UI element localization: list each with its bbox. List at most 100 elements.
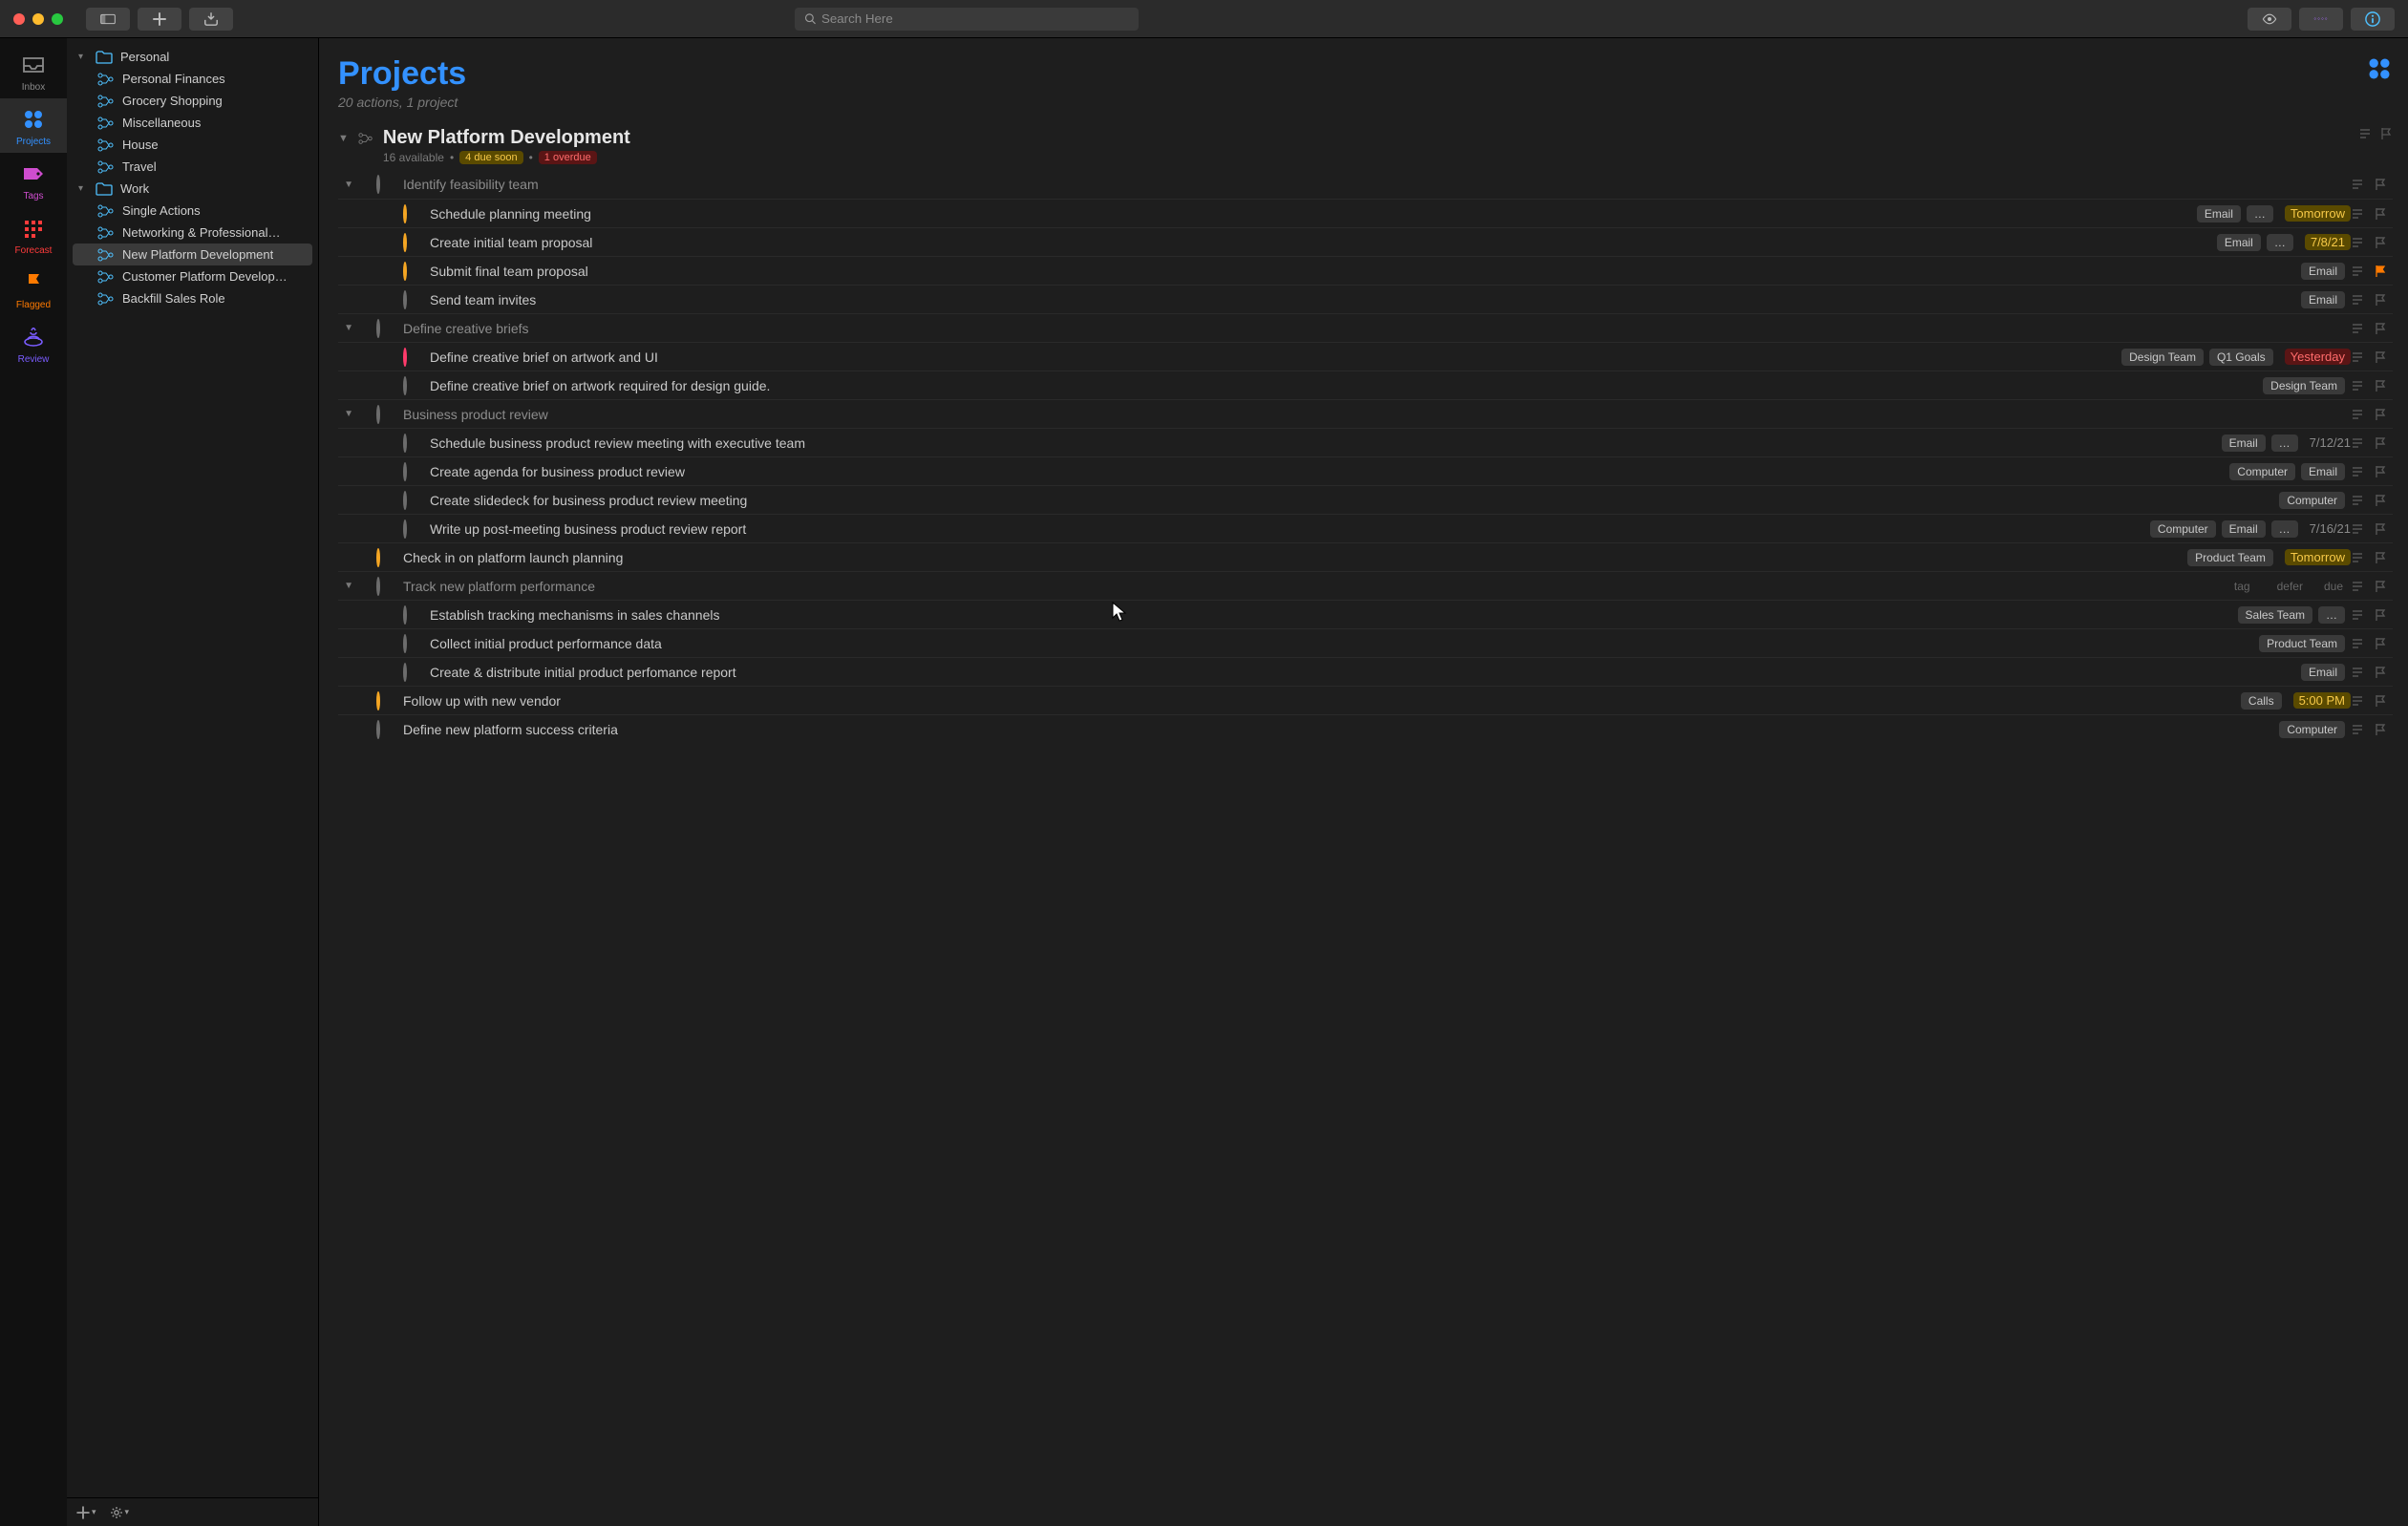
sidebar-project[interactable]: Single Actions [67, 200, 318, 222]
task-tag[interactable]: Design Team [2263, 377, 2345, 394]
task-title[interactable]: Schedule planning meeting [422, 206, 2026, 222]
note-button[interactable] [2351, 236, 2364, 249]
sync-button[interactable]: ◦◦◦◦ [2299, 8, 2343, 31]
note-button[interactable] [2351, 551, 2364, 564]
task-due[interactable]: 5:00 PM [2293, 692, 2351, 709]
task-tag[interactable]: Computer [2229, 463, 2295, 480]
status-circle[interactable] [403, 636, 422, 651]
quick-entry-button[interactable] [189, 8, 233, 31]
task-tag[interactable]: Email [2222, 520, 2266, 538]
task-tag[interactable]: Email [2301, 664, 2345, 681]
task-row[interactable]: Submit final team proposalEmail [338, 256, 2393, 285]
task-due[interactable]: 7/8/21 [2305, 234, 2351, 250]
status-circle[interactable] [403, 521, 422, 537]
task-tag[interactable]: … [2318, 606, 2345, 624]
task-row[interactable]: Establish tracking mechanisms in sales c… [338, 600, 2393, 628]
sidebar-project[interactable]: Miscellaneous [67, 112, 318, 134]
status-circle[interactable] [403, 493, 422, 508]
rail-item-forecast[interactable]: Forecast [0, 207, 67, 262]
search-bar[interactable] [795, 8, 1139, 31]
task-title[interactable]: Track new platform performance [395, 579, 2026, 594]
disclosure-icon[interactable]: ▾ [78, 52, 88, 62]
rail-item-flagged[interactable]: Flagged [0, 262, 67, 316]
sidebar-project[interactable]: Networking & Professional… [67, 222, 318, 244]
status-circle[interactable] [403, 206, 422, 222]
task-tag[interactable]: Email [2301, 291, 2345, 308]
note-button[interactable] [2351, 322, 2364, 335]
add-button[interactable]: ▾ [76, 1506, 96, 1519]
note-button[interactable] [2351, 379, 2364, 392]
task-title[interactable]: Define creative brief on artwork require… [422, 378, 2026, 393]
note-button[interactable] [2351, 207, 2364, 221]
status-circle[interactable] [376, 722, 395, 737]
task-title[interactable]: Check in on platform launch planning [395, 550, 2026, 565]
task-tag[interactable]: Product Team [2187, 549, 2273, 566]
note-button[interactable] [2351, 350, 2364, 364]
search-input[interactable] [821, 11, 1129, 26]
task-row[interactable]: Create & distribute initial product perf… [338, 657, 2393, 686]
sidebar-folder[interactable]: ▾Work [67, 178, 318, 200]
disclosure-icon[interactable]: ▾ [78, 183, 88, 194]
task-title[interactable]: Define creative briefs [395, 321, 2026, 336]
perspective-badge[interactable] [2366, 55, 2393, 85]
task-tag[interactable]: Computer [2150, 520, 2216, 538]
flag-button[interactable] [2374, 236, 2387, 249]
task-tag[interactable]: Email [2222, 434, 2266, 452]
task-title[interactable]: Define creative brief on artwork and UI [422, 350, 2026, 365]
task-due[interactable]: 7/12/21 [2310, 435, 2351, 450]
sidebar-folder[interactable]: ▾Personal [67, 46, 318, 68]
note-button[interactable] [2351, 293, 2364, 307]
tag-placeholder[interactable]: tag [2227, 578, 2258, 595]
status-circle[interactable] [376, 177, 395, 192]
task-title[interactable]: Identify feasibility team [395, 177, 2026, 192]
task-row[interactable]: Collect initial product performance data… [338, 628, 2393, 657]
flag-button[interactable] [2374, 293, 2387, 307]
view-options-button[interactable] [2248, 8, 2291, 31]
status-circle[interactable] [403, 264, 422, 279]
flag-button[interactable] [2374, 694, 2387, 708]
task-group-row[interactable]: ▼Define creative briefs [338, 313, 2393, 342]
flag-button[interactable] [2374, 322, 2387, 335]
note-button[interactable] [2351, 580, 2364, 593]
flag-button[interactable] [2374, 465, 2387, 478]
sidebar-project[interactable]: Backfill Sales Role [67, 287, 318, 309]
task-tag[interactable]: … [2271, 520, 2298, 538]
task-row[interactable]: Send team invitesEmail [338, 285, 2393, 313]
task-title[interactable]: Business product review [395, 407, 2026, 422]
status-circle[interactable] [403, 350, 422, 365]
status-circle[interactable] [403, 378, 422, 393]
task-tag[interactable]: Calls [2241, 692, 2282, 710]
flag-button[interactable] [2374, 350, 2387, 364]
note-button[interactable] [2351, 465, 2364, 478]
sidebar-project[interactable]: Grocery Shopping [67, 90, 318, 112]
task-tag[interactable]: … [2267, 234, 2293, 251]
disclosure-triangle[interactable]: ▼ [344, 581, 353, 591]
status-circle[interactable] [403, 235, 422, 250]
task-tag[interactable]: Email [2217, 234, 2261, 251]
task-due[interactable]: 7/16/21 [2310, 521, 2351, 536]
flag-button[interactable] [2374, 608, 2387, 622]
flag-button[interactable] [2374, 265, 2387, 278]
task-tag[interactable]: Computer [2279, 721, 2345, 738]
note-button[interactable] [2351, 494, 2364, 507]
inspector-button[interactable] [2351, 8, 2395, 31]
rail-item-projects[interactable]: Projects [0, 98, 67, 153]
task-row[interactable]: Check in on platform launch planning Prod… [338, 542, 2393, 571]
flag-button[interactable] [2374, 522, 2387, 536]
flag-button[interactable] [2374, 207, 2387, 221]
sidebar-project[interactable]: Personal Finances [67, 68, 318, 90]
task-row[interactable]: Create slidedeck for business product re… [338, 485, 2393, 514]
task-due[interactable]: Yesterday [2285, 349, 2351, 365]
status-circle[interactable] [403, 464, 422, 479]
task-title[interactable]: Create agenda for business product revie… [422, 464, 2026, 479]
flag-button[interactable] [2374, 666, 2387, 679]
flag-button[interactable] [2374, 723, 2387, 736]
status-circle[interactable] [403, 665, 422, 680]
task-title[interactable]: Create initial team proposal [422, 235, 2026, 250]
task-title[interactable]: Submit final team proposal [422, 264, 2026, 279]
task-group-row[interactable]: ▼Track new platform performancetagdeferd… [338, 571, 2393, 600]
note-button[interactable] [2351, 723, 2364, 736]
note-button[interactable] [2351, 694, 2364, 708]
flag-button[interactable] [2374, 494, 2387, 507]
status-circle[interactable] [403, 435, 422, 451]
